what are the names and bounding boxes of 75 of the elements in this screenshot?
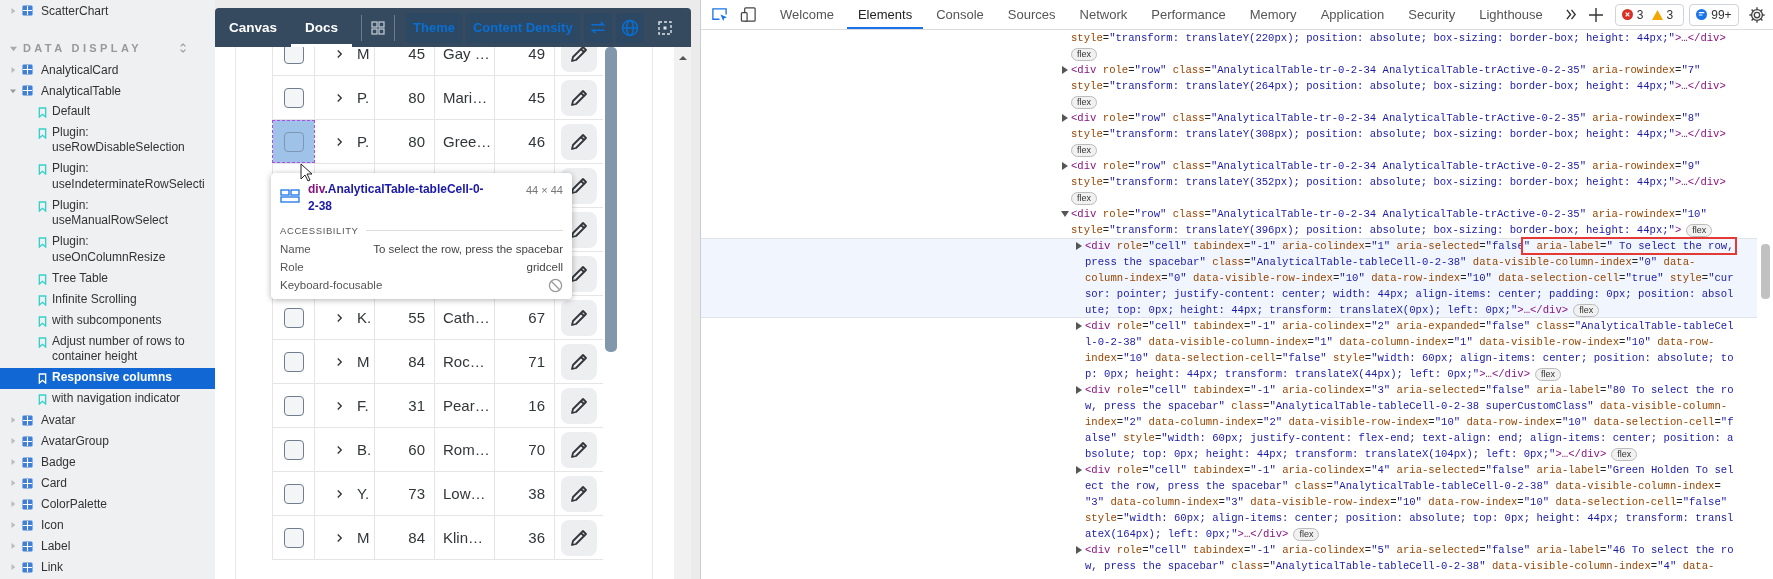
table-cell: Roc… <box>443 353 485 370</box>
code-line: style="transform: translateY(264px); position: absolute; box-sizing: border-box; height: 44px;">…</div> <box>1071 79 1726 94</box>
code-line: w, press the spacebar" class="AnalyticalTable-tableCell-0-2-38 superCustomClass" data-visible-column- <box>1085 399 1728 414</box>
table-cell: 36 <box>528 529 545 546</box>
table-cell: Mari… <box>443 89 488 106</box>
code-line: p: 0px; height: 44px; transform: translateX(44px); left: 0px;">…</div> <box>1085 367 1531 382</box>
element-size: 44 × 44 <box>526 184 563 196</box>
table-cell: B. <box>357 441 372 458</box>
table-cell: Rom… <box>443 441 490 458</box>
table-cell: 71 <box>528 353 545 370</box>
code-line: <div role="row" class="AnalyticalTable-tr-0-2-34 AnalyticalTable-trActive-0-2-35" aria-rowindex="7" <box>1071 63 1701 78</box>
code-line: <div role="cell" tabindex="-1" aria-colindex="5" aria-selected="false" aria-label="46 To select the ro <box>1085 543 1734 558</box>
element-selector: div.AnalyticalTable-tableCell-0-2-38 <box>308 181 485 215</box>
error-count: 3 <box>1636 7 1644 22</box>
table-cell: 49 <box>528 47 545 62</box>
code-line: column-index="0" data-visible-row-index="10" data-row-index="10" data-selection-cell="true" style="cur <box>1085 271 1734 286</box>
table-cell: 16 <box>528 397 545 414</box>
code-line: press the spacebar" class="AnalyticalTable-tableCell-0-2-38" data-visible-column-index="0" data- <box>1085 255 1696 270</box>
code-line: <div role="row" class="AnalyticalTable-tr-0-2-34 AnalyticalTable-trActive-0-2-35" aria-rowindex="8" <box>1071 111 1701 126</box>
property-name: Role <box>280 261 304 273</box>
code-line: <div role="row" class="AnalyticalTable-tr-0-2-34 AnalyticalTable-trActive-0-2-35" aria-rowindex="10" <box>1071 207 1707 222</box>
code-line: style="transform: translateY(220px); position: absolute; box-sizing: border-box; height: 44px;">…</div> <box>1071 31 1726 46</box>
code-line: <div role="cell" tabindex="-1" aria-colindex="2" aria-expanded="false" class="AnalyticalTable-tableCel <box>1085 319 1734 334</box>
code-line: index="2" data-column-index="2" data-visible-row-index="10" data-row-index="10" data-selection-cell="f <box>1085 415 1734 430</box>
code-line: style="width: 60px; align-items: center; position: absolute; top: 0px; height: 44px; transform: transl <box>1085 511 1734 526</box>
code-line: ect the row, press the spacebar" class="AnalyticalTable-tableCell-0-2-38" data-visible-column-index= <box>1085 479 1721 494</box>
code-line: style="transform: translateY(308px); position: absolute; box-sizing: border-box; height: 44px;">…</div> <box>1071 127 1726 142</box>
code-line: ateX(164px); left: 0px;">…</div> <box>1085 527 1289 542</box>
table-cell: P. <box>357 89 370 106</box>
code-line: style="transform: translateY(396px); position: absolute; box-sizing: border-box; height: 44px;"> <box>1071 223 1682 238</box>
section-title: ACCESSIBILITY <box>280 225 359 236</box>
table-cell: 45 <box>528 89 545 106</box>
table-cell: 67 <box>528 309 545 326</box>
code-line: w, press the spacebar" class="AnalyticalTable-tableCell-0-2-38" data-visible-column-index="4" data- <box>1085 559 1715 574</box>
code-line: bsolute; top: 0px; height: 44px; transform: translateX(104px); left: 0px;">…</div> <box>1085 447 1607 462</box>
table-cell: 84 <box>408 353 425 370</box>
table-cell: M <box>357 529 370 546</box>
table-cell: 84 <box>408 529 425 546</box>
code-line: l-0-2-38" data-visible-column-index="1" data-column-index="1" data-visible-row-index="10" data-row- <box>1085 335 1715 350</box>
code-line: index="10" data-selection-cell="false" style="width: 60px; align-items: center; position: absolute; to <box>1085 351 1734 366</box>
code-line: ute; top: 0px; height: 44px; transform: translateX(0px); left: 0px;">…</div> <box>1085 303 1569 318</box>
property-name: Name <box>280 243 311 255</box>
code-line: <div role="cell" tabindex="-1" aria-colindex="3" aria-selected="false" aria-label="80 To select the ro <box>1085 383 1734 398</box>
table-cell: Y. <box>357 485 370 502</box>
code-line: alse" style="width: 60px; justify-content: flex-end; text-align: end; align-items: center; position: a <box>1085 431 1734 446</box>
table-cell: F. <box>357 397 369 414</box>
table-cell: 38 <box>528 485 545 502</box>
table-cell: Low… <box>443 485 486 502</box>
table-cell: Gree… <box>443 133 492 150</box>
table-cell: 60 <box>408 441 425 458</box>
table-cell: 80 <box>408 133 425 150</box>
property-value: gridcell <box>526 261 563 273</box>
table-cell: M <box>357 47 370 62</box>
code-line: sor: pointer; justify-content: center; width: 44px; align-items: center; padding: 0px; position: absol <box>1085 287 1734 302</box>
table-cell: Gay … <box>443 47 490 62</box>
property-value: To select the row, press the spacebar <box>373 243 563 255</box>
table-cell: 45 <box>408 47 425 62</box>
table-cell: 73 <box>408 485 425 502</box>
property-name: Keyboard-focusable <box>280 279 383 291</box>
code-line: <div role="row" class="AnalyticalTable-tr-0-2-34 AnalyticalTable-trActive-0-2-35" aria-rowindex="9" <box>1071 159 1701 174</box>
table-cell: Klin… <box>443 529 483 546</box>
warning-count: 3 <box>1666 7 1674 22</box>
code-line: <div role="cell" tabindex="-1" aria-colindex="4" aria-selected="false" aria-label="Green Holden To sel <box>1085 463 1734 478</box>
table-cell: 70 <box>528 441 545 458</box>
code-line: "3" data-column-index="3" data-visible-row-index="10" data-row-index="10" data-selection-cell="false" <box>1085 495 1728 510</box>
table-cell: K. <box>357 309 372 326</box>
table-cell: P. <box>357 133 370 150</box>
table-cell: 31 <box>408 397 425 414</box>
code-line: style="transform: translateY(352px); position: absolute; box-sizing: border-box; height: 44px;">…</div> <box>1071 175 1726 190</box>
table-cell: Cath… <box>443 309 490 326</box>
table-cell: 80 <box>408 89 425 106</box>
table-cell: Pear… <box>443 397 490 414</box>
table-cell: 46 <box>528 133 545 150</box>
table-cell: M <box>357 353 370 370</box>
table-cell: 55 <box>408 309 425 326</box>
